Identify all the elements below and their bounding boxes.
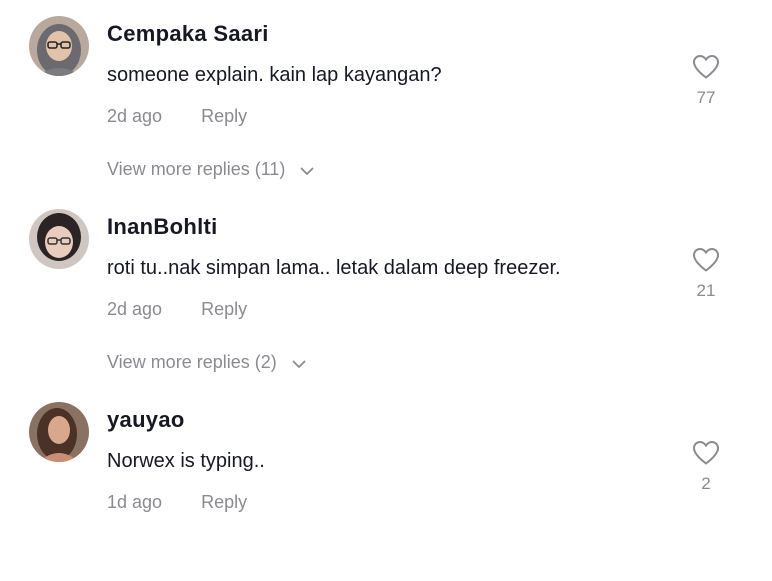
comment-item: InanBohlti roti tu..nak simpan lama.. le…	[0, 195, 772, 388]
view-more-replies-label: View more replies (2)	[107, 352, 277, 372]
comment-item: yauyao Norwex is typing.. 1d ago Reply 2	[0, 388, 772, 581]
like-count: 2	[701, 474, 711, 493]
avatar[interactable]	[29, 16, 89, 76]
heart-icon	[688, 440, 724, 471]
comment-meta: 1d ago Reply	[107, 492, 247, 513]
avatar[interactable]	[29, 402, 89, 462]
view-more-replies-button[interactable]: View more replies (11)	[107, 159, 314, 181]
like-count: 21	[696, 281, 716, 300]
comment-item: Cempaka Saari someone explain. kain lap …	[0, 2, 772, 195]
like-button[interactable]: 77	[688, 54, 724, 108]
like-button[interactable]: 2	[688, 440, 724, 494]
comment-meta: 2d ago Reply	[107, 299, 247, 320]
avatar[interactable]	[29, 209, 89, 269]
comment-time: 1d ago	[107, 492, 163, 512]
view-more-replies-label: View more replies (11)	[107, 159, 286, 179]
comment-text: someone explain. kain lap kayangan?	[107, 64, 442, 86]
comment-meta: 2d ago Reply	[107, 106, 247, 127]
like-count: 77	[696, 88, 716, 107]
like-button[interactable]: 21	[688, 247, 724, 301]
reply-button[interactable]: Reply	[201, 492, 247, 512]
comment-username[interactable]: InanBohlti	[107, 214, 218, 240]
reply-button[interactable]: Reply	[201, 299, 247, 319]
comment-text: roti tu..nak simpan lama.. letak dalam d…	[107, 257, 561, 279]
chevron-down-icon	[300, 160, 314, 181]
view-more-replies-button[interactable]: View more replies (2)	[107, 352, 306, 374]
comment-username[interactable]: Cempaka Saari	[107, 21, 269, 47]
reply-button[interactable]: Reply	[201, 106, 247, 126]
comment-text: Norwex is typing..	[107, 450, 265, 472]
comment-time: 2d ago	[107, 106, 163, 126]
comment-username[interactable]: yauyao	[107, 407, 185, 433]
chevron-down-icon	[292, 353, 306, 374]
heart-icon	[688, 54, 724, 85]
comment-time: 2d ago	[107, 299, 163, 319]
heart-icon	[688, 247, 724, 278]
